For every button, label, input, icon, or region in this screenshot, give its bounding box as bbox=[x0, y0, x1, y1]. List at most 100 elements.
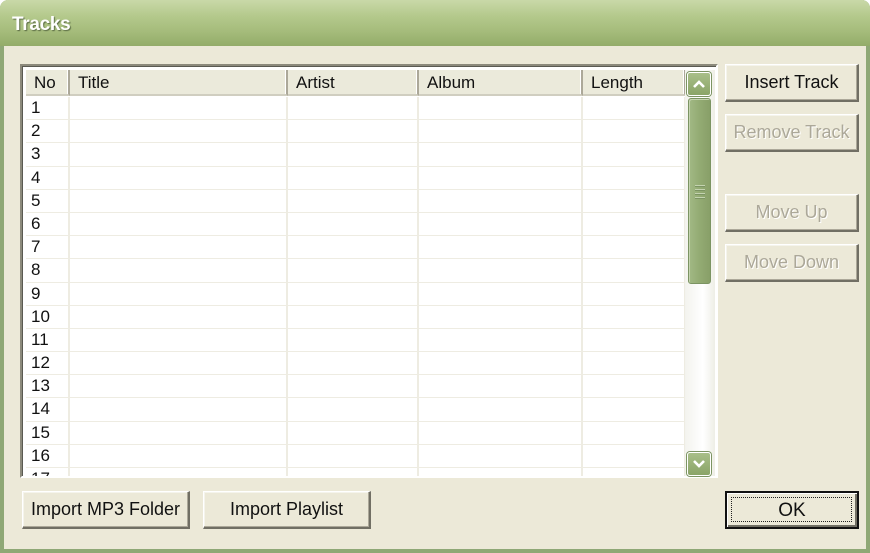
cell-album bbox=[419, 282, 583, 305]
cell-no: 11 bbox=[26, 328, 70, 352]
chevron-up-icon bbox=[693, 80, 705, 88]
title-bar[interactable]: Tracks bbox=[0, 0, 870, 46]
table-row[interactable]: 3 bbox=[26, 143, 686, 167]
cell-no: 10 bbox=[26, 305, 70, 328]
scroll-down-button[interactable] bbox=[687, 452, 711, 476]
cell-length bbox=[583, 444, 686, 467]
cell-album bbox=[419, 143, 583, 166]
cell-album bbox=[419, 444, 583, 467]
column-header-no[interactable]: No bbox=[26, 70, 70, 96]
cell-length bbox=[583, 236, 686, 259]
move-down-button[interactable]: Move Down bbox=[725, 244, 859, 282]
cell-length bbox=[583, 143, 686, 166]
cell-album bbox=[419, 352, 583, 375]
cell-title bbox=[70, 259, 288, 282]
cell-title bbox=[70, 120, 288, 143]
cell-artist bbox=[288, 375, 419, 398]
cell-album bbox=[419, 212, 583, 236]
cell-length bbox=[583, 352, 686, 375]
cell-length bbox=[583, 468, 686, 476]
cell-no: 12 bbox=[26, 352, 70, 375]
cell-no: 7 bbox=[26, 236, 70, 259]
cell-length bbox=[583, 282, 686, 305]
cell-title bbox=[70, 444, 288, 467]
cell-no: 3 bbox=[26, 143, 70, 166]
cell-no: 13 bbox=[26, 375, 70, 398]
cell-artist bbox=[288, 236, 419, 259]
cell-artist bbox=[288, 143, 419, 166]
table-row[interactable]: 13 bbox=[26, 375, 686, 399]
cell-artist bbox=[288, 166, 419, 189]
cell-album bbox=[419, 398, 583, 421]
scroll-thumb[interactable] bbox=[688, 98, 711, 284]
cell-album bbox=[419, 97, 583, 120]
chevron-down-icon bbox=[693, 460, 705, 468]
table-row[interactable]: 12 bbox=[26, 352, 686, 376]
cell-album bbox=[419, 189, 583, 212]
cell-no: 8 bbox=[26, 259, 70, 282]
column-header-artist[interactable]: Artist bbox=[288, 70, 419, 96]
cell-album bbox=[419, 259, 583, 282]
cell-artist bbox=[288, 305, 419, 328]
cell-artist bbox=[288, 328, 419, 352]
table-row[interactable]: 17 bbox=[26, 468, 686, 476]
tracks-list[interactable]: No Title Artist Album Length 1 2 3 4 5 6 7 8 9 10… bbox=[20, 64, 718, 478]
remove-track-button[interactable]: Remove Track bbox=[725, 114, 859, 152]
table-row[interactable]: 10 bbox=[26, 305, 686, 329]
cell-album bbox=[419, 328, 583, 352]
cell-artist bbox=[288, 259, 419, 282]
cell-artist bbox=[288, 120, 419, 143]
table-row[interactable]: 2 bbox=[26, 120, 686, 144]
cell-length bbox=[583, 189, 686, 212]
table-row[interactable]: 8 bbox=[26, 259, 686, 283]
cell-album bbox=[419, 166, 583, 189]
cell-length bbox=[583, 212, 686, 236]
cell-length bbox=[583, 97, 686, 120]
cell-no: 16 bbox=[26, 444, 70, 467]
cell-album bbox=[419, 421, 583, 444]
table-row[interactable]: 7 bbox=[26, 236, 686, 260]
table-row[interactable]: 5 bbox=[26, 189, 686, 213]
table-row[interactable]: 9 bbox=[26, 282, 686, 306]
import-playlist-button[interactable]: Import Playlist bbox=[203, 491, 371, 529]
column-header-length[interactable]: Length bbox=[583, 70, 686, 96]
scroll-up-button[interactable] bbox=[687, 72, 711, 96]
ok-button[interactable]: OK bbox=[725, 491, 859, 529]
cell-artist bbox=[288, 468, 419, 476]
cell-no: 1 bbox=[26, 97, 70, 120]
import-mp3-folder-button[interactable]: Import MP3 Folder bbox=[22, 491, 190, 529]
cell-album bbox=[419, 375, 583, 398]
cell-artist bbox=[288, 421, 419, 444]
table-row[interactable]: 14 bbox=[26, 398, 686, 422]
cell-artist bbox=[288, 212, 419, 236]
table-row[interactable]: 4 bbox=[26, 166, 686, 190]
table-row[interactable]: 16 bbox=[26, 444, 686, 468]
table-row[interactable]: 11 bbox=[26, 328, 686, 353]
cell-title bbox=[70, 352, 288, 375]
cell-title bbox=[70, 282, 288, 305]
cell-title bbox=[70, 375, 288, 398]
cell-title bbox=[70, 398, 288, 421]
cell-length bbox=[583, 375, 686, 398]
cell-no: 9 bbox=[26, 282, 70, 305]
table-row[interactable]: 6 bbox=[26, 212, 686, 237]
cell-length bbox=[583, 120, 686, 143]
column-header-title[interactable]: Title bbox=[70, 70, 288, 96]
cell-title bbox=[70, 468, 288, 476]
cell-length bbox=[583, 259, 686, 282]
cell-length bbox=[583, 421, 686, 444]
cell-artist bbox=[288, 282, 419, 305]
table-row[interactable]: 15 bbox=[26, 421, 686, 445]
cell-length bbox=[583, 398, 686, 421]
cell-no: 15 bbox=[26, 421, 70, 444]
window-title: Tracks bbox=[12, 14, 71, 35]
table-row[interactable]: 1 bbox=[26, 97, 686, 121]
insert-track-button[interactable]: Insert Track bbox=[725, 64, 859, 102]
vertical-scrollbar[interactable] bbox=[685, 70, 715, 476]
move-up-button[interactable]: Move Up bbox=[725, 194, 859, 232]
grip-icon bbox=[695, 185, 705, 201]
list-body: 1234567891011121314151617 bbox=[26, 97, 686, 476]
cell-album bbox=[419, 468, 583, 476]
column-header-album[interactable]: Album bbox=[419, 70, 583, 96]
cell-album bbox=[419, 236, 583, 259]
